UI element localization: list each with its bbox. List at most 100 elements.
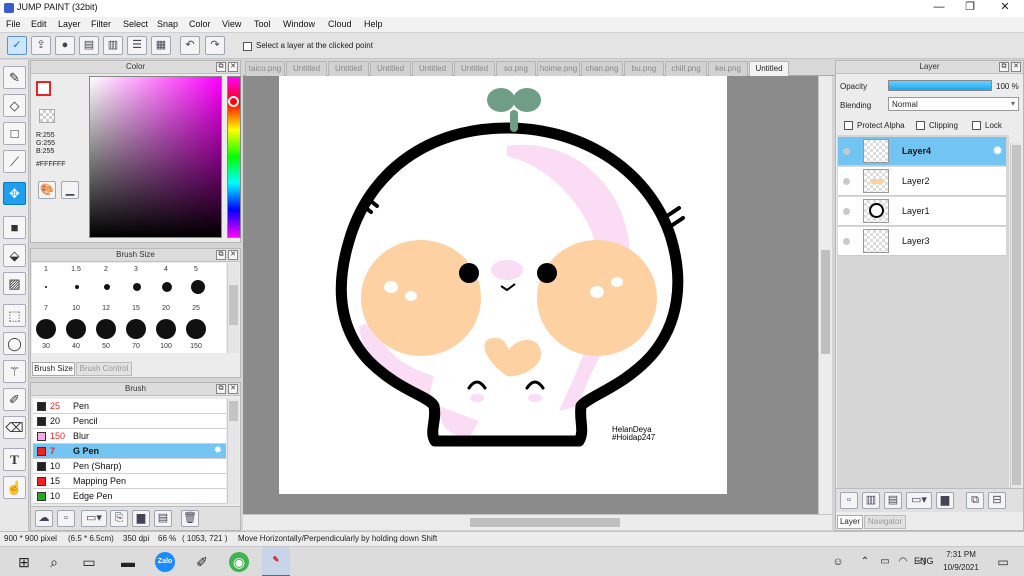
- brush-item-edge-pen[interactable]: 10 Edge Pen: [33, 489, 226, 504]
- brush-size-7[interactable]: [36, 319, 56, 339]
- brush-item-blur[interactable]: 150 Blur: [33, 429, 226, 444]
- brush-size-5[interactable]: [191, 280, 205, 294]
- panel-close-button[interactable]: ✕: [228, 384, 238, 394]
- new-halftone-layer-button[interactable]: ▥: [862, 492, 880, 509]
- people-icon[interactable]: ☺: [828, 552, 848, 572]
- tool-select-pen[interactable]: ✐: [3, 388, 26, 411]
- minimize-button[interactable]: —: [924, 0, 954, 17]
- palette-button[interactable]: 🎨: [38, 181, 56, 199]
- canvas-horizontal-scrollbar[interactable]: [243, 514, 832, 530]
- layer-list-scroll-thumb[interactable]: [1012, 145, 1021, 485]
- visibility-toggle[interactable]: [843, 178, 850, 185]
- brush-item-g-pen[interactable]: 7 G Pen ✹: [33, 444, 226, 459]
- tool-line[interactable]: ⟋: [3, 150, 26, 173]
- brush-item-pen[interactable]: 25 Pen: [33, 399, 226, 414]
- vertical-scroll-thumb[interactable]: [821, 250, 830, 354]
- panel-close-button[interactable]: ✕: [228, 250, 238, 260]
- select-layer-checkbox[interactable]: [243, 42, 252, 51]
- menu-window[interactable]: Window: [283, 19, 315, 29]
- list-button[interactable]: ☰: [127, 36, 147, 55]
- tool-text[interactable]: T: [3, 448, 26, 471]
- drawing-canvas[interactable]: HelanDeya #Hoidap247: [279, 76, 727, 494]
- brush-cloud-button[interactable]: ☁: [35, 510, 53, 527]
- menu-layer[interactable]: Layer: [58, 19, 81, 29]
- visibility-toggle[interactable]: [843, 208, 850, 215]
- comment-button[interactable]: ●: [55, 36, 75, 55]
- tab-brush-control[interactable]: Brush Control: [76, 362, 132, 376]
- tool-magic-wand[interactable]: ⚚: [3, 360, 26, 383]
- panel-close-button[interactable]: ✕: [1011, 62, 1021, 72]
- taskbar-files-button[interactable]: ▬: [118, 552, 138, 572]
- clock-time[interactable]: 7:31 PM: [944, 550, 978, 559]
- tool-hand[interactable]: ☝: [3, 476, 26, 499]
- tray-chevron-up-icon[interactable]: ⌃: [855, 552, 875, 572]
- visibility-toggle[interactable]: [843, 238, 850, 245]
- brush-size-1-5[interactable]: [75, 285, 79, 289]
- layer-options-dropdown[interactable]: ▭▾: [906, 492, 932, 509]
- brush-size-3[interactable]: [133, 283, 141, 291]
- blending-select[interactable]: Normal ▾: [888, 97, 1019, 111]
- battery-icon[interactable]: ▭: [875, 552, 895, 572]
- panel-float-button[interactable]: ⧉: [999, 62, 1009, 72]
- panel-float-button[interactable]: ⧉: [216, 62, 226, 72]
- brush-size-15[interactable]: [126, 319, 146, 339]
- canvas-tab[interactable]: Untitled: [370, 61, 411, 76]
- saturation-value-picker[interactable]: [89, 76, 222, 238]
- brush-item-pen-sharp[interactable]: 10 Pen (Sharp): [33, 459, 226, 474]
- layer-row-layer2[interactable]: Layer2: [838, 167, 1006, 196]
- merge-layer-button[interactable]: ⊟: [988, 492, 1006, 509]
- opacity-slider[interactable]: [888, 80, 992, 91]
- tool-move[interactable]: ✥: [3, 182, 26, 205]
- color-options-button[interactable]: ▁: [61, 181, 79, 199]
- undo-button[interactable]: ↶: [180, 36, 200, 55]
- brush-list-scrollbar[interactable]: [227, 399, 239, 504]
- tool-lasso[interactable]: ◯: [3, 332, 26, 355]
- layer-properties-button[interactable]: ▤: [79, 36, 99, 55]
- export-button[interactable]: ⇪: [31, 36, 51, 55]
- menu-filter[interactable]: Filter: [91, 19, 111, 29]
- layer-settings-icon[interactable]: ✹: [992, 143, 1003, 159]
- duplicate-layer-button[interactable]: ⧉: [966, 492, 984, 509]
- new-brush-button[interactable]: ▫: [57, 510, 75, 527]
- canvas-tab[interactable]: taico.png: [245, 61, 285, 76]
- canvas-tab[interactable]: hoime.png: [537, 61, 580, 76]
- new-folder-button[interactable]: ▆: [936, 492, 954, 509]
- menu-select[interactable]: Select: [123, 19, 148, 29]
- brush-folder-button[interactable]: ▆: [132, 510, 150, 527]
- paint-app-button[interactable]: ✐: [192, 552, 212, 572]
- canvas-tab[interactable]: so.png: [496, 61, 536, 76]
- canvas-tab[interactable]: Untitled: [412, 61, 453, 76]
- jump-paint-taskbar-button[interactable]: ✎: [262, 547, 290, 576]
- language-indicator[interactable]: ENG: [914, 556, 934, 566]
- transparent-swatch[interactable]: [39, 109, 55, 123]
- close-button[interactable]: ✕: [990, 0, 1020, 17]
- tab-layer[interactable]: Layer: [837, 515, 863, 529]
- foreground-color-swatch[interactable]: [36, 81, 51, 96]
- brush-size-25[interactable]: [186, 319, 206, 339]
- delete-brush-button[interactable]: 🗑: [181, 510, 199, 527]
- canvas-tab-active[interactable]: Untitled: [749, 61, 789, 76]
- cloud-sync-button[interactable]: ✓: [7, 36, 27, 55]
- brush-list-button[interactable]: ▤: [154, 510, 172, 527]
- canvas-tab[interactable]: chan.png: [581, 61, 623, 76]
- clock-date[interactable]: 10/9/2021: [940, 563, 982, 572]
- tool-bucket[interactable]: ⬙: [3, 244, 26, 267]
- notification-icon[interactable]: ▭: [993, 552, 1013, 572]
- panel-close-button[interactable]: ✕: [228, 62, 238, 72]
- menu-tool[interactable]: Tool: [254, 19, 271, 29]
- menu-cloud[interactable]: Cloud: [328, 19, 352, 29]
- brush-size-10[interactable]: [66, 319, 86, 339]
- menu-color[interactable]: Color: [189, 19, 211, 29]
- search-button[interactable]: ⌕: [44, 552, 64, 572]
- menu-file[interactable]: File: [6, 19, 21, 29]
- panel-float-button[interactable]: ⧉: [216, 384, 226, 394]
- tool-select-rect[interactable]: ⬚: [3, 304, 26, 327]
- menu-help[interactable]: Help: [364, 19, 383, 29]
- tab-brush-size[interactable]: Brush Size: [32, 362, 75, 376]
- canvas-tab[interactable]: chill.png: [665, 61, 707, 76]
- brush-size-2[interactable]: [104, 284, 110, 290]
- brush-size-20[interactable]: [156, 319, 176, 339]
- brush-size-scrollbar[interactable]: [227, 263, 239, 353]
- task-view-button[interactable]: ▭: [79, 552, 99, 572]
- lock-checkbox[interactable]: [972, 121, 981, 130]
